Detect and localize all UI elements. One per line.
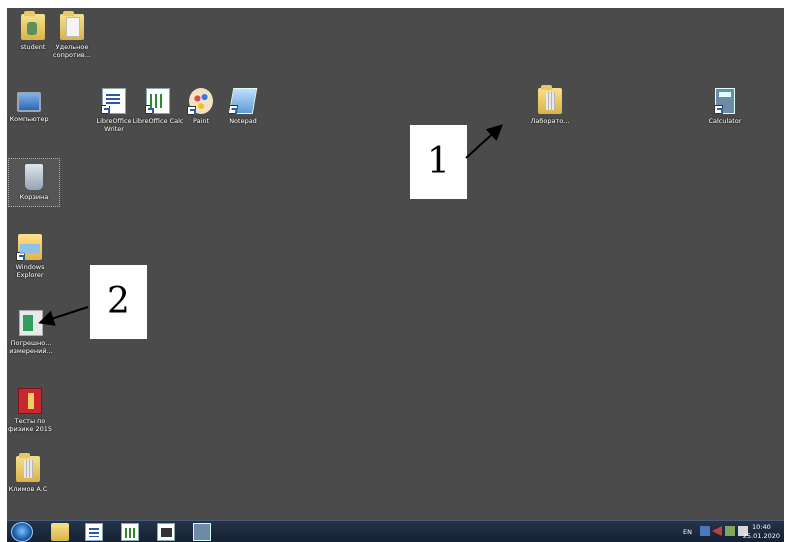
desktop-icon-recycle-bin[interactable]: Корзина (8, 158, 60, 207)
icon-label: Windows Explorer (15, 263, 45, 279)
shortcut-arrow-icon (714, 105, 723, 114)
icon-label: Погрешно... измерений... (9, 339, 53, 355)
recycle-bin-icon (25, 164, 43, 190)
system-tray: EN 10:40 25.01.2020 (652, 521, 782, 542)
taskbar-libreoffice-draw-icon[interactable] (157, 523, 175, 541)
clock[interactable]: 10:40 25.01.2020 (743, 523, 780, 541)
shortcut-arrow-icon (145, 105, 154, 114)
user-folder-icon (21, 11, 45, 40)
desktop-icon-resistivity-folder[interactable]: Удельное сопротив... (46, 11, 98, 59)
clock-date: 25.01.2020 (742, 532, 780, 540)
tray-app-icon[interactable] (725, 526, 735, 536)
shortcut-arrow-icon (187, 106, 196, 115)
icon-label: Удельное сопротив... (53, 43, 91, 59)
language-indicator[interactable]: EN (683, 528, 692, 536)
libreoffice-writer-icon (101, 88, 126, 114)
icon-label: Тесты по физике 2015 (8, 417, 52, 433)
libreoffice-calc-icon (145, 88, 170, 114)
taskbar-libreoffice-calc-icon[interactable] (121, 523, 139, 541)
folder-icon (60, 11, 84, 40)
icon-label: Компьютер (9, 115, 49, 123)
calculator-icon (714, 88, 735, 114)
desktop-icon-laboratory-folder[interactable]: Лаборато... (524, 85, 576, 125)
folder-icon (16, 453, 40, 482)
red-book-icon (18, 388, 42, 414)
desktop-icon-physics-tests[interactable]: Тесты по физике 2015 (7, 388, 56, 433)
shortcut-arrow-icon (101, 105, 110, 114)
annotation-label-2: 2 (90, 265, 147, 339)
desktop-icon-notepad[interactable]: Notepad (217, 88, 269, 125)
computer-icon (17, 92, 41, 112)
desktop-icon-measurement-error[interactable]: Погрешно... измерений... (7, 310, 57, 355)
taskbar: EN 10:40 25.01.2020 (7, 520, 784, 542)
icon-label: Климов А.С (8, 485, 48, 493)
network-icon[interactable] (700, 526, 710, 536)
application-icon (19, 310, 43, 336)
shortcut-arrow-icon (227, 105, 239, 114)
desktop-icon-windows-explorer[interactable]: Windows Explorer (7, 234, 56, 279)
start-button[interactable] (11, 522, 33, 542)
icon-label: Корзина (19, 193, 49, 201)
desktop-icon-computer[interactable]: Компьютер (7, 88, 55, 123)
paint-icon (187, 88, 213, 115)
annotation-label-1: 1 (410, 125, 467, 199)
notepad-icon (227, 88, 258, 114)
clock-time: 10:40 (752, 523, 771, 531)
flag-icon[interactable] (712, 526, 722, 536)
folder-icon (538, 85, 562, 114)
icon-label: Calculator (708, 117, 742, 125)
icon-label: Notepad (229, 117, 257, 125)
icon-label: Лаборато... (530, 117, 570, 125)
shortcut-arrow-icon (16, 252, 25, 261)
desktop-icon-klimov-folder[interactable]: Климов А.С (7, 453, 54, 493)
taskbar-calculator-icon[interactable] (193, 523, 211, 541)
windows-explorer-icon (16, 234, 42, 261)
taskbar-windows-explorer-icon[interactable] (51, 523, 69, 541)
taskbar-libreoffice-writer-icon[interactable] (85, 523, 103, 541)
desktop-icon-calculator[interactable]: Calculator (699, 88, 751, 125)
